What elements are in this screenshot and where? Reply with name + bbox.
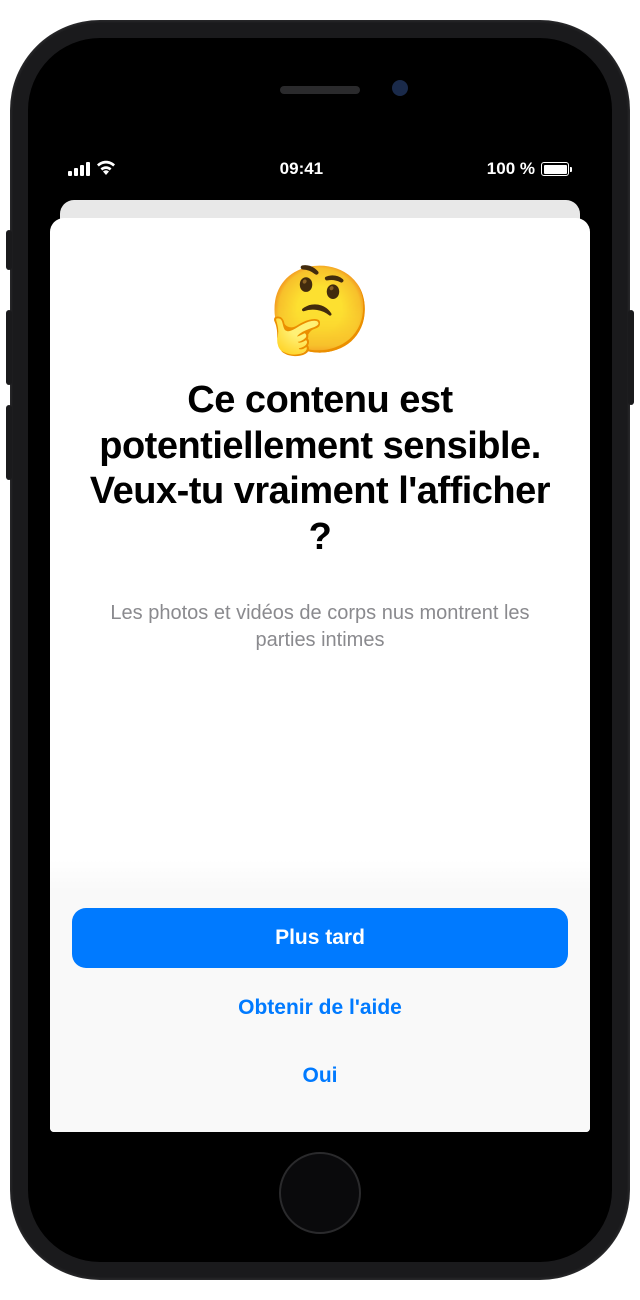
status-bar: 09:41 100 % <box>50 148 590 190</box>
sensitive-content-sheet: 🤔 Ce contenu est potentiellement sensibl… <box>50 218 590 1132</box>
sheet-subtitle: Les photos et vidéos de corps nus montre… <box>80 600 560 654</box>
title-line-1: Ce contenu est potentiellement sensible. <box>99 379 541 467</box>
sheet-content: 🤔 Ce contenu est potentiellement sensibl… <box>50 218 590 890</box>
yes-button[interactable]: Oui <box>72 1048 568 1104</box>
phone-frame: 09:41 100 % 🤔 Ce contenu est potentielle… <box>10 20 630 1280</box>
home-button[interactable] <box>279 1152 361 1234</box>
power-button <box>628 310 634 405</box>
volume-up-button <box>6 310 12 385</box>
front-camera <box>392 80 408 96</box>
content-fade <box>50 860 590 890</box>
cellular-signal-icon <box>68 162 90 176</box>
title-line-2: Veux-tu vraiment l'afficher ? <box>90 470 550 558</box>
status-time: 09:41 <box>280 159 323 179</box>
sheet-title: Ce contenu est potentiellement sensible.… <box>80 378 560 560</box>
battery-percentage: 100 % <box>487 159 535 179</box>
thinking-face-icon: 🤔 <box>80 268 560 353</box>
status-left <box>68 159 116 180</box>
button-bar: Plus tard Obtenir de l'aide Oui <box>50 890 590 1132</box>
mute-switch <box>6 230 12 270</box>
wifi-icon <box>96 159 116 180</box>
volume-down-button <box>6 405 12 480</box>
get-help-button[interactable]: Obtenir de l'aide <box>72 980 568 1036</box>
speaker-grille <box>280 86 360 94</box>
status-right: 100 % <box>487 159 572 179</box>
battery-icon <box>541 162 572 176</box>
phone-bezel: 09:41 100 % 🤔 Ce contenu est potentielle… <box>28 38 612 1262</box>
later-button[interactable]: Plus tard <box>72 908 568 968</box>
screen: 09:41 100 % 🤔 Ce contenu est potentielle… <box>50 148 590 1132</box>
